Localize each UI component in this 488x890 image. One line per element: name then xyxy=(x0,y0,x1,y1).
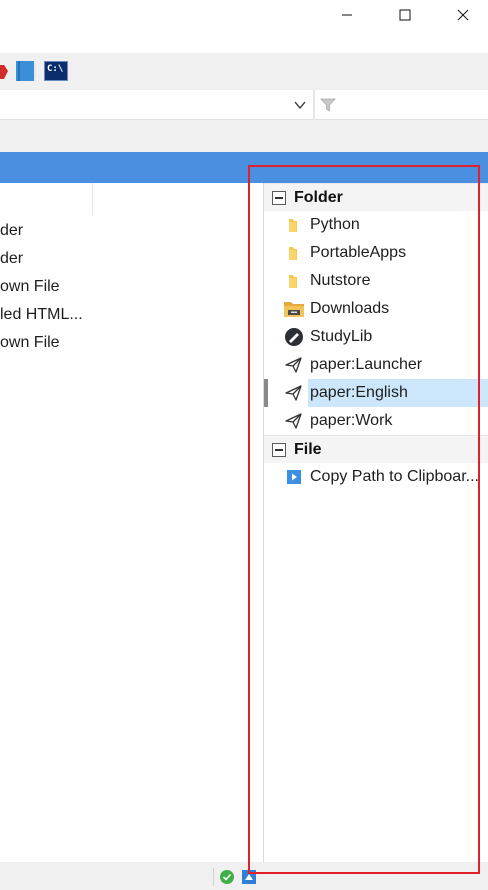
folder-icon xyxy=(289,275,297,288)
item-label: Nutstore xyxy=(310,272,371,289)
filter-icon[interactable] xyxy=(320,98,336,112)
chevron-down-icon[interactable] xyxy=(292,98,308,112)
folder-item-nutstore[interactable]: Nutstore xyxy=(264,267,488,295)
downloads-folder-icon xyxy=(284,302,304,317)
maximize-button[interactable] xyxy=(376,0,434,30)
item-label: paper:Launcher xyxy=(310,356,423,373)
item-label: Downloads xyxy=(310,300,390,317)
minimize-icon xyxy=(342,14,352,16)
close-icon xyxy=(457,9,469,21)
status-separator xyxy=(213,868,214,886)
pdf-icon[interactable] xyxy=(0,61,8,81)
close-button[interactable] xyxy=(434,0,488,30)
paper-plane-icon xyxy=(285,413,302,429)
toolbar: C:\ xyxy=(0,53,488,90)
item-label: PortableApps xyxy=(310,244,407,261)
folder-item-paper-work[interactable]: paper:Work xyxy=(264,407,488,435)
play-action-icon xyxy=(287,470,301,484)
item-label: StudyLib xyxy=(310,328,373,345)
folder-item-downloads[interactable]: Downloads xyxy=(264,295,488,323)
item-label: paper:English xyxy=(308,379,488,407)
folder-item-python[interactable]: Python xyxy=(264,211,488,239)
address-separator xyxy=(313,90,315,120)
paper-plane-icon xyxy=(285,385,302,401)
list-item[interactable]: own File xyxy=(0,329,60,357)
folder-item-portableapps[interactable]: PortableApps xyxy=(264,239,488,267)
column-divider[interactable] xyxy=(92,183,93,215)
studylib-icon xyxy=(285,328,303,346)
upload-arrow-icon[interactable] xyxy=(242,870,256,884)
group-header-file[interactable]: File xyxy=(264,435,488,463)
status-bar xyxy=(0,862,488,890)
tab-strip xyxy=(0,120,488,152)
list-item[interactable]: der xyxy=(0,245,23,273)
item-label: Python xyxy=(310,216,360,233)
folder-icon xyxy=(289,219,297,232)
list-item[interactable]: own File xyxy=(0,273,60,301)
group-header-folder[interactable]: Folder xyxy=(264,183,488,211)
group-title: Folder xyxy=(294,189,343,206)
list-item[interactable]: der xyxy=(0,217,23,245)
collapse-icon[interactable] xyxy=(272,443,286,457)
check-circle-icon[interactable] xyxy=(220,870,234,884)
maximize-icon xyxy=(399,9,411,21)
actions-panel: Folder Python PortableApps Nutstore Down… xyxy=(263,183,488,862)
minimize-button[interactable] xyxy=(318,0,376,30)
title-bar xyxy=(0,0,488,46)
paper-plane-icon xyxy=(285,357,302,373)
group-title: File xyxy=(294,441,322,458)
column-header-bar xyxy=(0,152,488,183)
results-list: der der own File led HTML... own File xyxy=(0,183,262,862)
collapse-icon[interactable] xyxy=(272,191,286,205)
item-label: Copy Path to Clipboar... xyxy=(310,468,479,485)
address-bar[interactable] xyxy=(0,90,488,120)
cmd-icon[interactable]: C:\ xyxy=(44,61,68,81)
folder-item-paper-english[interactable]: paper:English xyxy=(264,379,488,407)
item-label: paper:Work xyxy=(310,412,393,429)
notebook-icon[interactable] xyxy=(15,61,37,81)
folder-item-studylib[interactable]: StudyLib xyxy=(264,323,488,351)
folder-icon xyxy=(289,247,297,260)
file-item-copy-path[interactable]: Copy Path to Clipboar... xyxy=(264,463,488,491)
cmd-icon-text: C:\ xyxy=(47,64,64,74)
list-item[interactable]: led HTML... xyxy=(0,301,83,329)
folder-item-paper-launcher[interactable]: paper:Launcher xyxy=(264,351,488,379)
